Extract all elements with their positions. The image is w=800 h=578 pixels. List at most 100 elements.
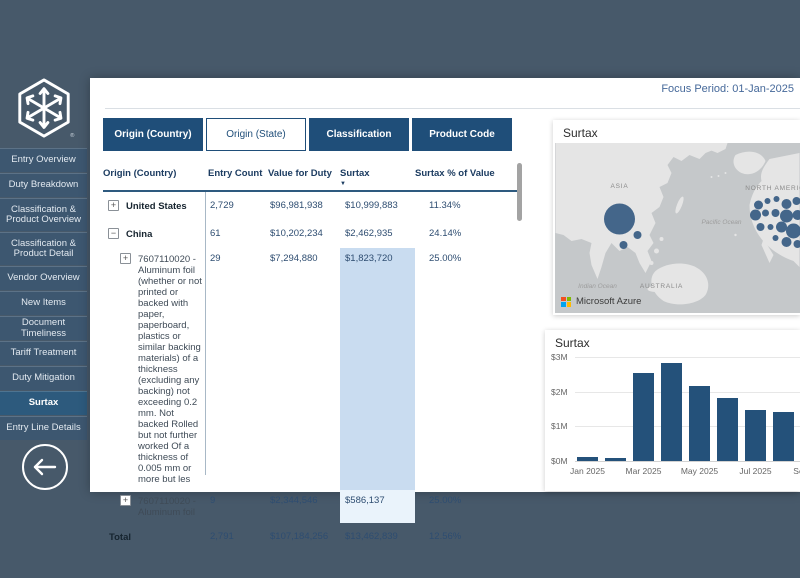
map-bubble-united-states[interactable] <box>780 210 793 223</box>
row-label-cell: Total <box>103 523 208 551</box>
bar-aug-2025[interactable] <box>773 412 794 461</box>
map-bubble-united-states[interactable] <box>765 198 771 204</box>
map-bubble-united-states[interactable] <box>772 209 780 217</box>
map-label-asia: ASIA <box>610 183 628 190</box>
row-label-cell: −China <box>103 220 208 248</box>
expand-icon[interactable]: + <box>120 495 131 506</box>
x-axis-tick-jan-2025: Jan 2025 <box>560 466 616 476</box>
bar-jun-2025[interactable] <box>717 398 738 461</box>
map-bubble-united-states[interactable] <box>773 235 779 241</box>
x-axis-tick-mar-2025: Mar 2025 <box>616 466 672 476</box>
sidebar-item-classification-product-overview[interactable]: Classification & Product Overview <box>0 198 87 231</box>
sidebar-item-duty-mitigation[interactable]: Duty Mitigation <box>0 366 87 390</box>
bar-apr-2025[interactable] <box>661 363 682 461</box>
column-header-value-for-duty[interactable]: Value for Duty <box>268 162 340 187</box>
sort-descending-icon: ▼ <box>340 181 415 187</box>
sidebar-item-tariff-treatment[interactable]: Tariff Treatment <box>0 341 87 365</box>
value-for-duty-cell: $10,202,234 <box>268 220 340 248</box>
map-bubble-united-states[interactable] <box>774 196 780 202</box>
expand-icon[interactable]: + <box>120 253 131 264</box>
map-bubble-united-states[interactable] <box>754 201 763 210</box>
sidebar-item-classification-product-detail[interactable]: Classification & Product Detail <box>0 232 87 265</box>
sidebar-item-vendor-overview[interactable]: Vendor Overview <box>0 266 87 290</box>
map-bubble-united-states[interactable] <box>782 199 792 209</box>
azure-attribution: Microsoft Azure <box>561 296 641 307</box>
back-button[interactable] <box>22 444 68 490</box>
sidebar-item-surtax[interactable]: Surtax <box>0 391 87 415</box>
table-row-total[interactable]: Total2,791$107,184,256$13,462,83912.56% <box>103 523 800 551</box>
header-divider <box>105 108 800 109</box>
surtax-cell: $10,999,883 <box>340 192 415 220</box>
chart-plot-area <box>577 357 800 461</box>
value-for-duty-cell: $107,184,256 <box>268 523 340 551</box>
sidebar-item-entry-line-details[interactable]: Entry Line Details <box>0 416 87 440</box>
value-for-duty-cell: $96,981,938 <box>268 192 340 220</box>
registered-mark: ® <box>70 132 75 139</box>
azure-map[interactable]: ASIA NORTH AMERICA AUSTRALIA Pacific Ocean I… <box>555 143 800 313</box>
sidebar-nav: Entry OverviewDuty BreakdownClassificati… <box>0 148 87 441</box>
sidebar: ® Entry OverviewDuty BreakdownClassifica… <box>0 60 88 578</box>
entry-count-cell: 2,729 <box>208 192 268 220</box>
tab-origin-state[interactable]: Origin (State) <box>206 118 306 151</box>
microsoft-logo-icon <box>561 297 571 307</box>
tab-product-code[interactable]: Product Code <box>412 118 512 151</box>
bar-jul-2025[interactable] <box>745 410 766 461</box>
y-axis-tick: $2M <box>545 387 573 397</box>
map-label-australia: AUSTRALIA <box>640 283 683 290</box>
surtax-pct-cell: 11.34% <box>415 192 500 220</box>
column-header-origin-country[interactable]: Origin (Country) <box>103 162 208 187</box>
surtax-bar-chart-card: Surtax $0M$1M$2M$3MJan 2025Mar 2025May 2… <box>545 330 800 491</box>
y-axis-tick: $1M <box>545 421 573 431</box>
bar-feb-2025[interactable] <box>605 458 626 461</box>
collapse-icon[interactable]: − <box>108 228 119 239</box>
table-scrollbar-thumb[interactable] <box>517 163 522 221</box>
company-hexagon-logo: ® <box>13 76 75 142</box>
map-label-north-america: NORTH AMERICA <box>745 185 800 192</box>
map-bubble-united-states[interactable] <box>750 210 761 221</box>
view-tabs: Origin (Country)Origin (State)Classifica… <box>103 118 512 151</box>
column-header-surtax[interactable]: Surtax▼ <box>340 162 415 187</box>
column-header-label: Entry Count <box>208 168 262 179</box>
row-label: 7607110020 - Aluminum foil <box>138 495 204 518</box>
row-label-cell: +7607110020 - Aluminum foil <box>103 490 208 523</box>
tab-origin-country[interactable]: Origin (Country) <box>103 118 203 151</box>
map-label-indian-ocean: Indian Ocean <box>578 283 617 290</box>
surtax-map-card: Surtax <box>553 120 800 315</box>
row-label: United States <box>126 200 187 212</box>
column-header-entry-count[interactable]: Entry Count <box>208 162 268 187</box>
sidebar-item-new-items[interactable]: New Items <box>0 291 87 315</box>
chart-baseline <box>575 461 800 462</box>
map-bubble-united-states[interactable] <box>782 237 792 247</box>
row-label: Total <box>108 531 131 543</box>
focus-period-label: Focus Period: 01-Jan-2025 <box>661 83 794 95</box>
tab-classification[interactable]: Classification <box>309 118 409 151</box>
entry-count-cell: 61 <box>208 220 268 248</box>
bar-jan-2025[interactable] <box>577 457 598 461</box>
expand-icon[interactable]: + <box>108 200 119 211</box>
sidebar-item-entry-overview[interactable]: Entry Overview <box>0 148 87 172</box>
bar-may-2025[interactable] <box>689 386 710 461</box>
x-axis-tick-sep-2025: Sep 2025 <box>784 466 800 476</box>
map-bubble-united-states[interactable] <box>757 223 765 231</box>
map-bubble-united-states[interactable] <box>768 224 774 230</box>
bar-mar-2025[interactable] <box>633 373 654 461</box>
map-label-pacific-ocean: Pacific Ocean <box>701 219 741 226</box>
column-header-surtax-of-value[interactable]: Surtax % of Value <box>415 162 500 187</box>
value-for-duty-cell: $7,294,880 <box>268 248 340 490</box>
column-header-label: Origin (Country) <box>103 168 176 179</box>
entry-count-cell: 2,791 <box>208 523 268 551</box>
x-axis-tick-may-2025: May 2025 <box>672 466 728 476</box>
column-header-label: Value for Duty <box>268 168 332 179</box>
map-bubble-vietnam-southeast-asia[interactable] <box>620 241 628 249</box>
row-label: 7607110020 - Aluminum foil (whether or n… <box>138 253 204 485</box>
map-bubble-united-states[interactable] <box>776 222 787 233</box>
surtax-cell: $2,462,935 <box>340 220 415 248</box>
entry-count-cell: 29 <box>208 248 268 490</box>
sidebar-item-document-timeliness[interactable]: Document Timeliness <box>0 316 87 340</box>
sidebar-item-duty-breakdown[interactable]: Duty Breakdown <box>0 173 87 197</box>
map-bubble-china[interactable] <box>604 204 635 235</box>
map-bubble-united-states[interactable] <box>762 210 769 217</box>
map-bubble-philippines[interactable] <box>634 231 642 239</box>
table-row-7607110020-aluminu[interactable]: +7607110020 - Aluminum foil9$2,344,546$5… <box>103 490 800 523</box>
chart-card-title: Surtax <box>555 336 590 350</box>
